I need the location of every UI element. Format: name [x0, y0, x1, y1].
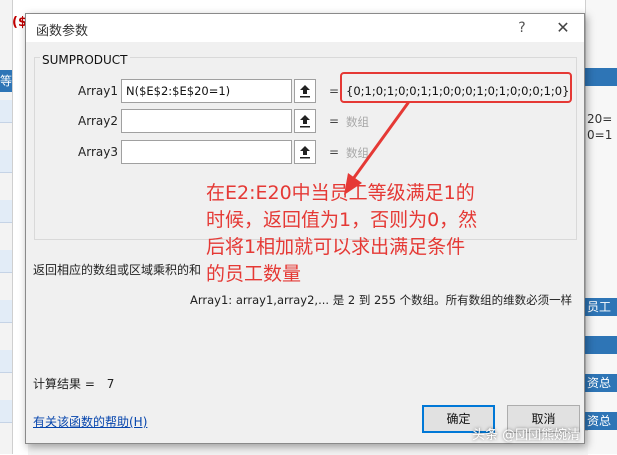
- range-select-icon: [300, 85, 310, 98]
- annotation-line: 在E2:E20中当员工等级满足1的: [206, 182, 475, 204]
- collapse-dialog-button[interactable]: [294, 79, 316, 103]
- function-help-link[interactable]: 有关该函数的帮助(H): [33, 413, 147, 430]
- function-arguments-dialog: 函数参数 ? ✕ SUMPRODUCT Array1 N($E$2:$E$20=…: [25, 13, 585, 444]
- arg-label-array2: Array2: [78, 114, 118, 128]
- array1-input[interactable]: N($E$2:$E$20=1): [121, 79, 292, 103]
- argument-description: Array1: array1,array2,... 是 2 到 255 个数组。…: [190, 293, 573, 307]
- sheet-header-cell: 等: [0, 70, 12, 92]
- sheet-header-band: [585, 336, 617, 354]
- sheet-cell: [0, 350, 12, 373]
- array3-input[interactable]: [121, 140, 292, 164]
- arg-label-array1: Array1: [78, 84, 118, 98]
- close-button[interactable]: ✕: [552, 17, 574, 39]
- help-button[interactable]: ?: [512, 18, 532, 38]
- result-label: 计算结果 =: [33, 377, 95, 391]
- arg-label-array3: Array3: [78, 145, 118, 159]
- sheet-cell: [0, 300, 12, 323]
- sheet-cell: [0, 150, 12, 173]
- annotation-line: 后将1相加就可以求出满足条件: [206, 236, 466, 258]
- equals-sign: =: [329, 84, 340, 98]
- result-value: 7: [106, 377, 115, 391]
- sheet-header-band: 员工: [585, 298, 617, 316]
- function-name: SUMPRODUCT: [40, 53, 130, 67]
- annotation-line: 的员工数量: [206, 263, 302, 285]
- annotation-text: 在E2:E20中当员工等级满足1的 时候，返回值为1，否则为0，然 后将1相加就…: [206, 180, 506, 288]
- sheet-cell: [0, 250, 12, 273]
- sheet-row-headers: [0, 0, 13, 454]
- sheet-cell: [0, 100, 12, 123]
- sheet-header-band: 资总: [585, 374, 617, 392]
- range-select-icon: [300, 115, 310, 128]
- sheet-header-band: 资总: [585, 412, 617, 430]
- sheet-formula-cell: 20=: [587, 112, 613, 126]
- collapse-dialog-button[interactable]: [294, 140, 316, 164]
- sheet-cell: [0, 200, 12, 223]
- annotation-line: 时候，返回值为1，否则为0，然: [206, 209, 478, 231]
- watermark: 头条 @団団熊婉清: [472, 428, 581, 443]
- dialog-titlebar[interactable]: 函数参数 ? ✕: [26, 14, 584, 42]
- sheet-formula-cell: 0=1: [587, 128, 613, 142]
- sheet-header-band: [585, 68, 617, 86]
- range-select-icon: [300, 146, 310, 159]
- dialog-title: 函数参数: [36, 24, 89, 39]
- formula-result: 计算结果 = 7: [33, 375, 114, 392]
- collapse-dialog-button[interactable]: [294, 109, 316, 133]
- array2-input[interactable]: [121, 109, 292, 133]
- function-description: 返回相应的数组或区域乘积的和: [33, 263, 202, 277]
- sheet-cell: [0, 400, 12, 423]
